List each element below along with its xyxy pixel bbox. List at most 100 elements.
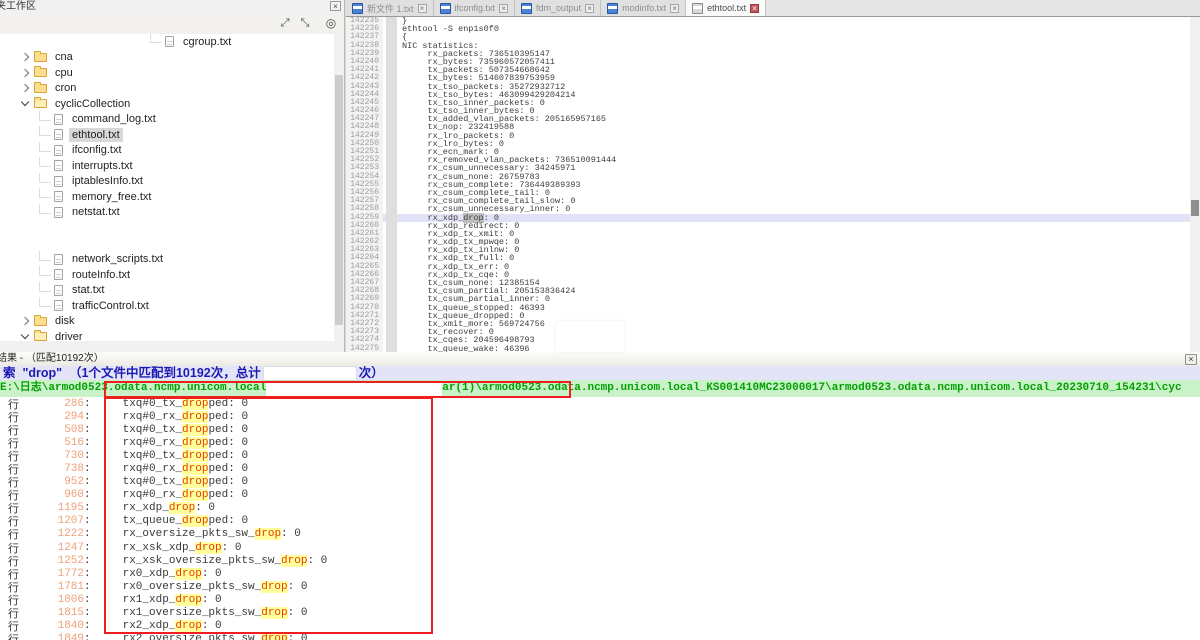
collapse-all-icon[interactable]: ⤡ <box>298 16 312 30</box>
tree-row-ethtool-txt[interactable]: ethtool.txt <box>0 127 334 143</box>
chevron-right-icon[interactable] <box>21 317 29 325</box>
tab-fdm-output[interactable]: fdm_output× <box>515 0 601 16</box>
tree-item-label: netstat.txt <box>69 205 123 219</box>
result-row[interactable]: 行730:txq#0_tx_dropped: 0 <box>0 449 1200 462</box>
tab--1-txt[interactable]: 新文件 1.txt × <box>346 0 434 16</box>
tree-row-netstat-txt[interactable]: netstat.txt <box>0 205 334 221</box>
result-row[interactable]: 行286:txq#0_tx_dropped: 0 <box>0 397 1200 410</box>
result-row[interactable]: 行294:rxq#0_rx_dropped: 0 <box>0 410 1200 423</box>
result-text: rx0_xdp_drop: 0 <box>123 568 222 580</box>
tree-row-memory-free-txt[interactable]: memory_free.txt <box>0 189 334 205</box>
tree-row-cpu[interactable]: cpu <box>0 65 334 81</box>
result-row[interactable]: 行1207:tx_queue_dropped: 0 <box>0 515 1200 528</box>
result-row[interactable]: 行508:txq#0_tx_dropped: 0 <box>0 423 1200 436</box>
code-line: rx_xdp_tx_full: 0 <box>402 254 1190 262</box>
expand-all-icon[interactable]: ⤢ <box>278 16 292 30</box>
tree-row-cycliccollection[interactable]: cyclicCollection <box>0 96 334 112</box>
chevron-down-icon[interactable] <box>21 98 29 106</box>
colon: : <box>84 568 91 580</box>
tab-close-icon[interactable]: × <box>670 4 679 13</box>
colon: : <box>84 463 91 475</box>
file-icon <box>54 129 63 140</box>
result-row[interactable]: 行1252:rx_xsk_oversize_pkts_sw_drop: 0 <box>0 554 1200 567</box>
tree-scrollbar[interactable] <box>334 34 344 341</box>
tree-connector <box>150 34 162 43</box>
colon: : <box>84 607 91 619</box>
code-line: { <box>402 33 1190 41</box>
match-highlight: drop <box>281 555 307 567</box>
code-line: rx_xdp_tx_mpwqe: 0 <box>402 238 1190 246</box>
result-row[interactable]: 行1840:rx2_xdp_drop: 0 <box>0 620 1200 633</box>
tab-close-icon[interactable]: × <box>418 4 427 13</box>
result-row[interactable]: 行1849:rx2_oversize_pkts_sw_drop: 0 <box>0 633 1200 640</box>
editor-scrollbar-thumb[interactable] <box>1191 200 1199 216</box>
chevron-right-icon[interactable] <box>21 53 29 61</box>
search-summary-line[interactable]: 索 "drop" （1个文件中匹配到10192次，总计 次） <box>0 366 1200 380</box>
tab-ethtool-txt[interactable]: ethtool.txt× <box>686 0 766 16</box>
tree-row-network-scripts-txt[interactable]: network_scripts.txt <box>0 252 334 268</box>
workspace-close-button[interactable]: × <box>330 1 341 11</box>
tab-ifconfig-txt[interactable]: ifconfig.txt× <box>434 0 516 16</box>
file-icon <box>54 160 63 171</box>
results-close-button[interactable]: × <box>1185 354 1197 365</box>
result-text: rx0_oversize_pkts_sw_drop: 0 <box>123 581 308 593</box>
result-row[interactable]: 行1781:rx0_oversize_pkts_sw_drop: 0 <box>0 580 1200 593</box>
editor[interactable]: 1422351422361422371422381422391422401422… <box>346 17 1200 352</box>
results-panel-title: 结果 - （匹配10192次） <box>0 352 1200 367</box>
result-row[interactable]: 行738:rxq#0_rx_dropped: 0 <box>0 462 1200 475</box>
tree-connector <box>39 251 51 261</box>
tab-close-icon[interactable]: × <box>585 4 594 13</box>
chevron-right-icon[interactable] <box>21 84 29 92</box>
tree-row-trafficcontrol-txt[interactable]: trafficControl.txt <box>0 298 334 314</box>
tab-label: ifconfig.txt <box>455 3 496 13</box>
editor-scrollbar[interactable] <box>1190 17 1200 352</box>
tab-modinfo-txt[interactable]: modinfo.txt× <box>601 0 686 16</box>
tree-row-command-log-txt[interactable]: command_log.txt <box>0 112 334 128</box>
result-row[interactable]: 行1195:rx_xdp_drop: 0 <box>0 502 1200 515</box>
tab-close-icon[interactable]: × <box>499 4 508 13</box>
search-results-panel: 结果 - （匹配10192次） × 索 "drop" （1个文件中匹配到1019… <box>0 352 1200 640</box>
tree-row-driver[interactable]: driver <box>0 329 334 341</box>
colon: : <box>84 581 91 593</box>
tree-row-cgroup-txt[interactable]: cgroup.txt <box>0 34 334 50</box>
result-row[interactable]: 行1815:rx1_oversize_pkts_sw_drop: 0 <box>0 607 1200 620</box>
tree-row-iptablesinfo-txt[interactable]: iptablesInfo.txt <box>0 174 334 190</box>
tree-row-ifconfig-txt[interactable]: ifconfig.txt <box>0 143 334 159</box>
code-line: rx_lro_bytes: 0 <box>402 140 1190 148</box>
result-row[interactable]: 行952:txq#0_tx_dropped: 0 <box>0 476 1200 489</box>
code-area[interactable]: }ethtool -S enp1s0f0{NIC statistics: rx_… <box>402 17 1190 352</box>
chevron-down-icon[interactable] <box>21 331 29 339</box>
match-highlight: drop <box>182 476 208 488</box>
result-row[interactable]: 行1247:rx_xsk_xdp_drop: 0 <box>0 541 1200 554</box>
folder-icon <box>34 99 47 108</box>
fold-margin[interactable] <box>386 17 397 352</box>
tree-row-cna[interactable]: cna <box>0 50 334 66</box>
result-row[interactable]: 行516:rxq#0_rx_dropped: 0 <box>0 436 1200 449</box>
locate-file-icon[interactable]: ◎ <box>324 16 338 30</box>
tree-scrollbar-thumb[interactable] <box>335 75 343 325</box>
tree-row-stat-txt[interactable]: stat.txt <box>0 283 334 299</box>
tab-label: 新文件 1.txt <box>367 2 414 15</box>
result-row[interactable]: 行1806:rx1_xdp_drop: 0 <box>0 593 1200 606</box>
result-line-number: 1806 <box>22 594 84 606</box>
chevron-right-icon[interactable] <box>21 69 29 77</box>
tree-row-routeinfo-txt[interactable]: routeInfo.txt <box>0 267 334 283</box>
match-highlight: drop <box>261 581 287 593</box>
result-row[interactable]: 行1772:rx0_xdp_drop: 0 <box>0 567 1200 580</box>
match-highlight: drop <box>182 515 208 527</box>
code-line: tx_queue_wake: 46396 <box>402 345 1190 353</box>
saved-file-icon <box>440 3 451 14</box>
result-file-path-line[interactable]: E:\日志\armod0523.odata.ncmp.unicom.local … <box>0 380 1200 397</box>
file-icon <box>54 114 63 125</box>
tree-row-interrupts-txt[interactable]: interrupts.txt <box>0 158 334 174</box>
result-text: rxq#0_rx_dropped: 0 <box>123 463 248 475</box>
tree-row-disk[interactable]: disk <box>0 314 334 330</box>
colon: : <box>84 437 91 449</box>
tree-row-cron[interactable]: cron <box>0 81 334 97</box>
tree-horizontal-scrollbar[interactable] <box>0 341 334 352</box>
result-row[interactable]: 行960:rxq#0_rx_dropped: 0 <box>0 489 1200 502</box>
tree-connector <box>39 173 51 183</box>
tab-close-icon[interactable]: × <box>750 4 759 13</box>
result-row[interactable]: 行1222:rx_oversize_pkts_sw_drop: 0 <box>0 528 1200 541</box>
match-highlight: drop <box>182 463 208 475</box>
